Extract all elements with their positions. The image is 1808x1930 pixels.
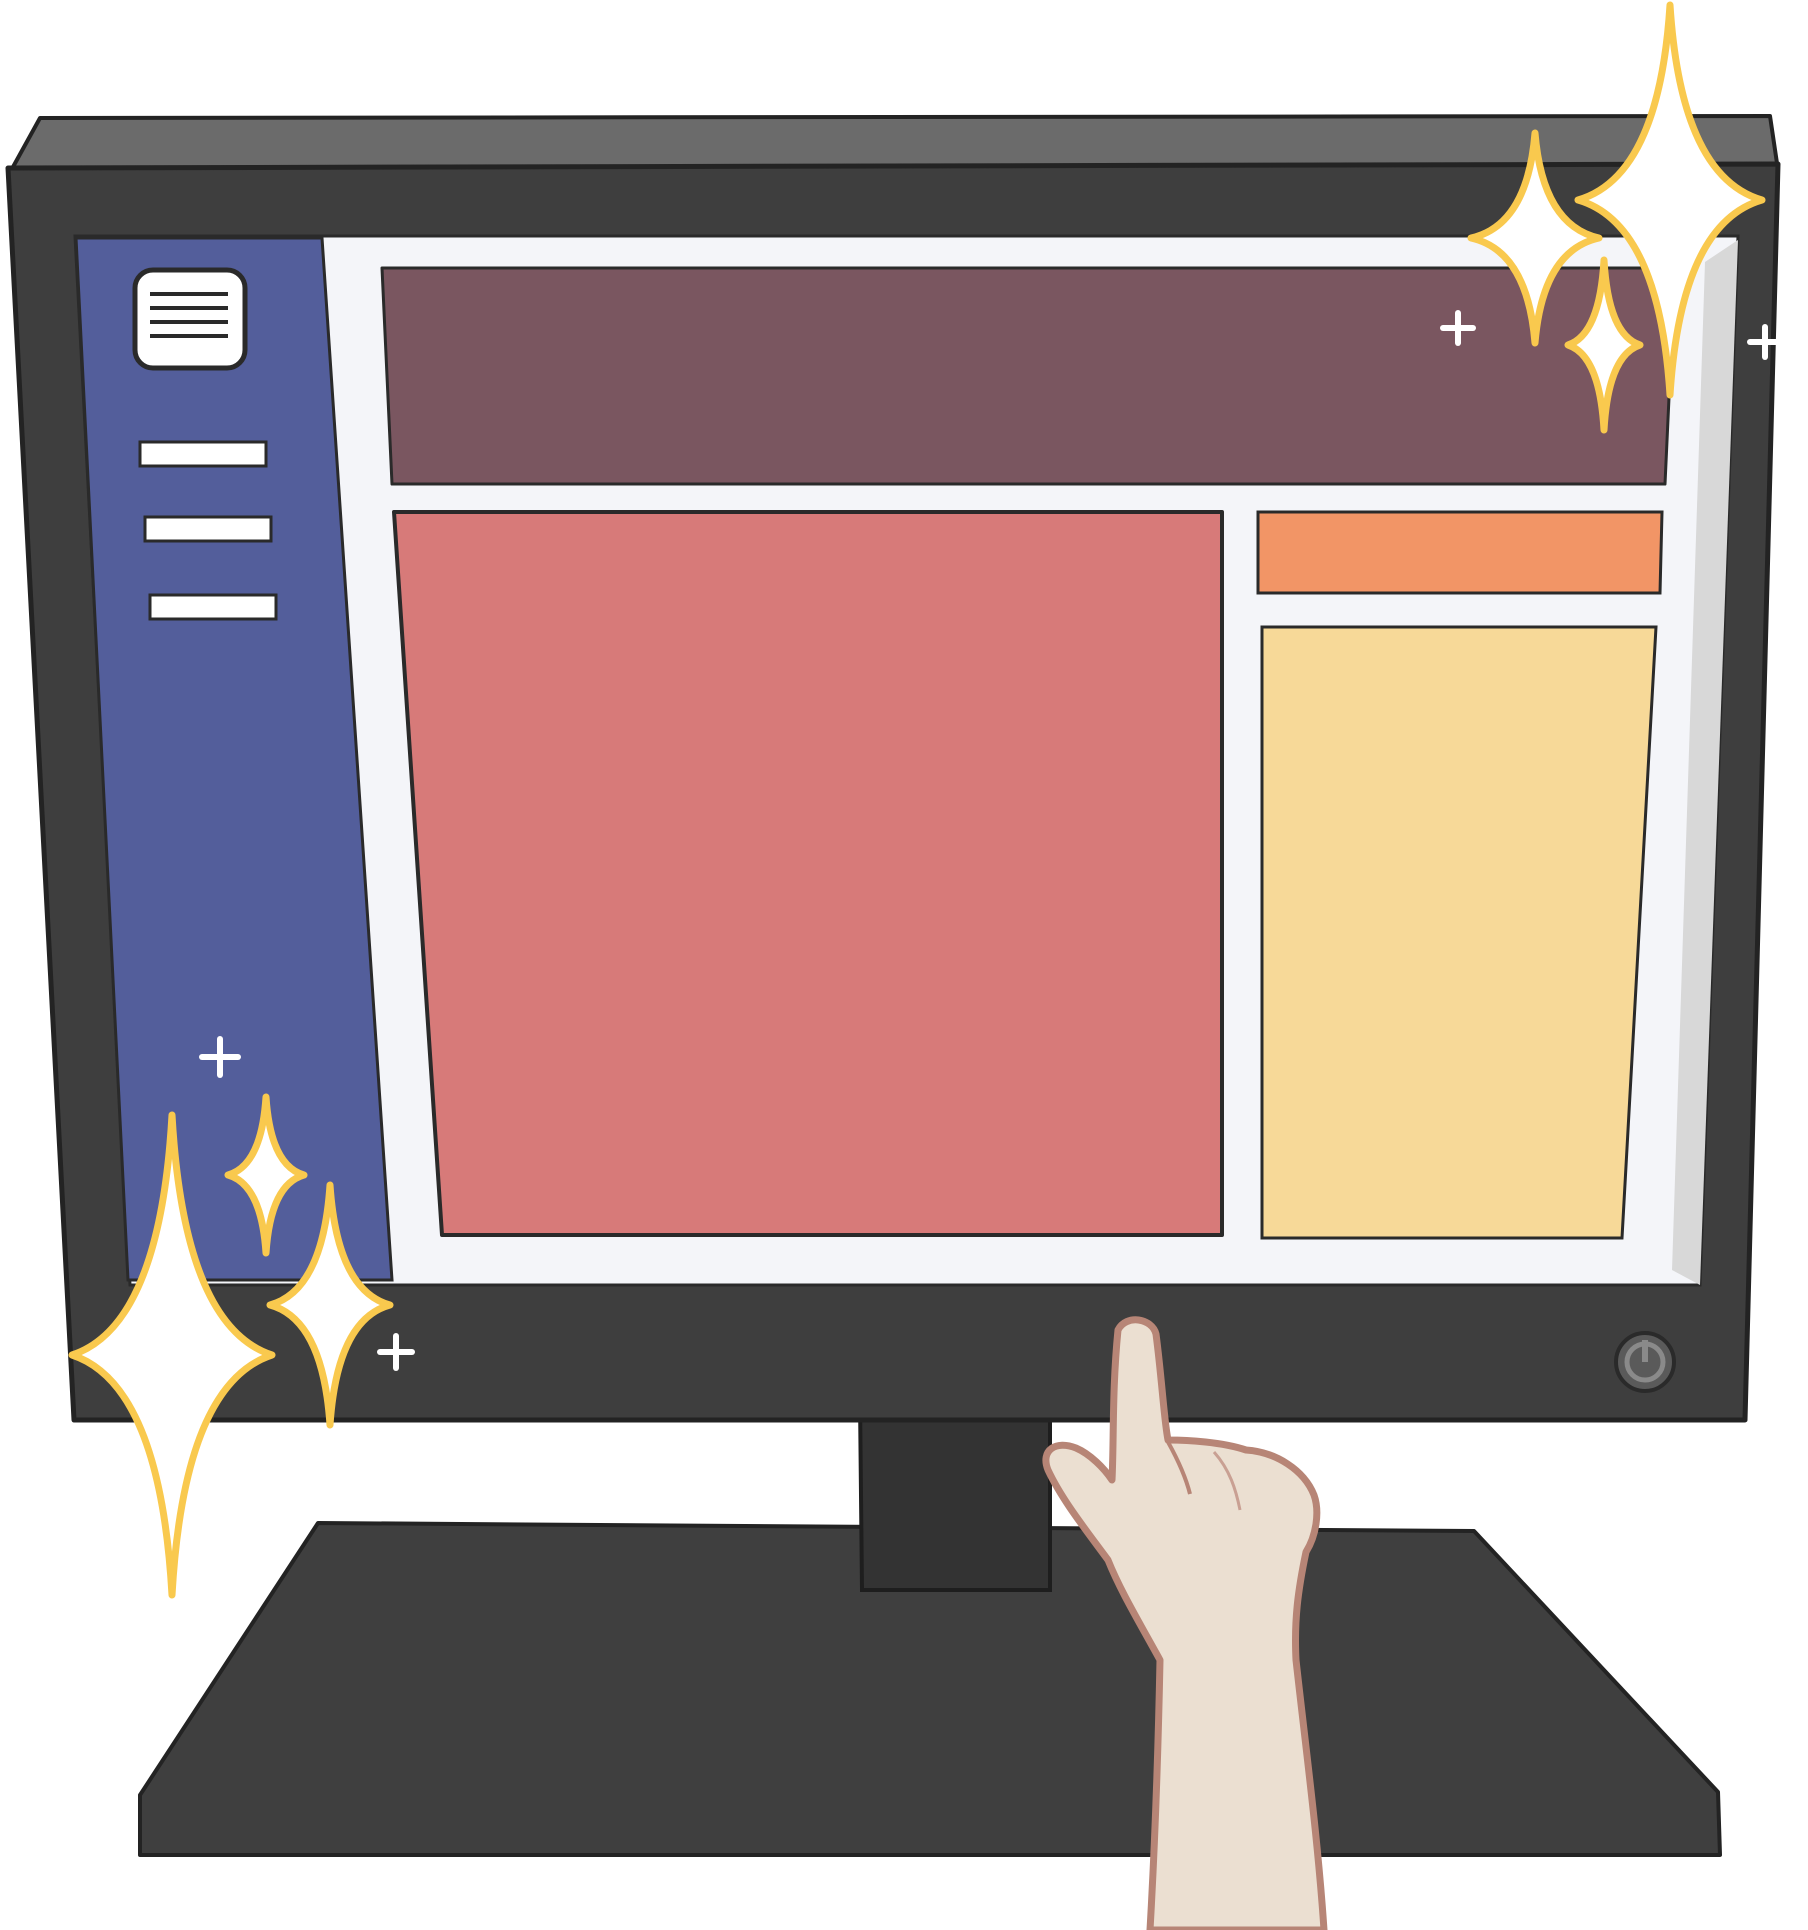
header-panel bbox=[380, 266, 1677, 486]
main-panel bbox=[392, 510, 1224, 1237]
computer-illustration bbox=[5, 1, 1783, 1930]
power-icon[interactable] bbox=[1614, 1331, 1676, 1393]
sidebar-menu-icon[interactable] bbox=[132, 267, 248, 371]
monitor-stand bbox=[857, 1398, 1052, 1592]
sidebar-item-1[interactable] bbox=[138, 440, 268, 468]
side-header-panel bbox=[1256, 510, 1664, 595]
side-panel bbox=[1260, 625, 1658, 1240]
sidebar-item-2[interactable] bbox=[143, 515, 273, 543]
illustration-scene bbox=[0, 0, 1808, 1930]
sidebar-item-3[interactable] bbox=[148, 593, 278, 621]
